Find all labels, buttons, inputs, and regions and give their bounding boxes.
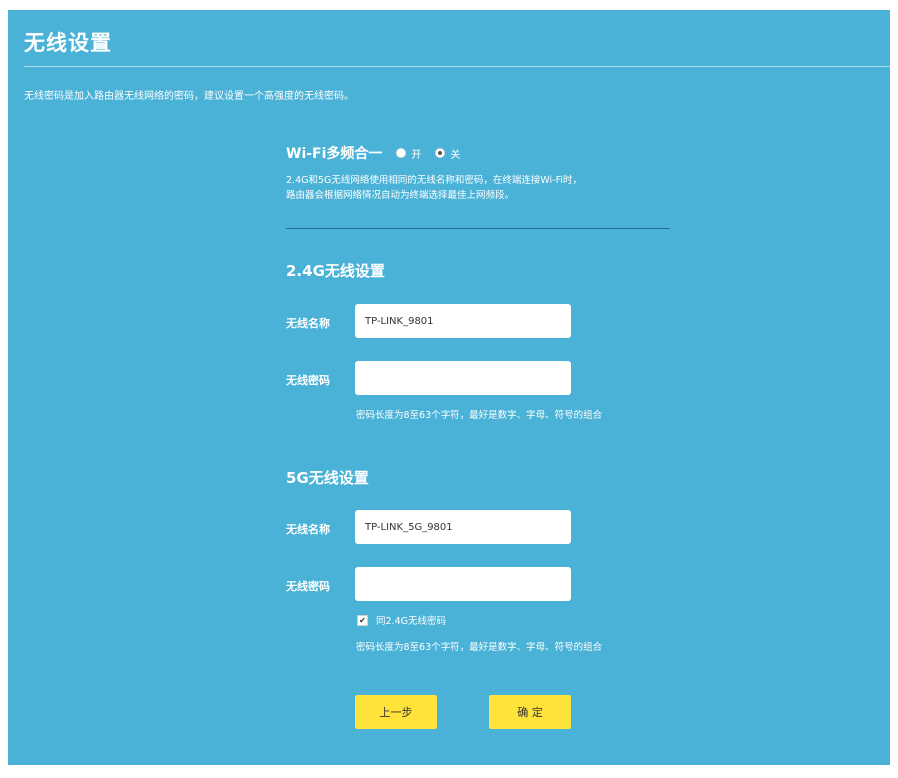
wifi-desc-line2: 路由器会根据网络情况自动为终端选择最佳上网频段。 — [286, 190, 515, 201]
page-title: 无线设置 — [24, 31, 112, 55]
input-24g-password[interactable] — [355, 361, 571, 395]
radio-off-label[interactable]: 关 — [450, 146, 460, 161]
wifi-combine-description: 2.4G和5G无线网络使用相同的无线名称和密码，在终端连接Wi-Fi时， 路由器… — [286, 173, 706, 203]
wifi-desc-line1: 2.4G和5G无线网络使用相同的无线名称和密码，在终端连接Wi-Fi时， — [286, 175, 583, 186]
input-5g-password[interactable] — [355, 567, 571, 601]
label-24g-name: 无线名称 — [286, 317, 330, 330]
settings-panel: 无线设置 无线密码是加入路由器无线网络的密码，建议设置一个高强度的无线密码。 W… — [8, 10, 890, 765]
radio-on[interactable] — [396, 148, 407, 158]
label-24g-password: 无线密码 — [286, 374, 330, 387]
hint-5g-password: 密码长度为8至63个字符，最好是数字、字母、符号的组合 — [356, 642, 603, 653]
same-password-label[interactable]: 同2.4G无线密码 — [376, 613, 446, 627]
radio-on-label[interactable]: 开 — [411, 146, 421, 161]
label-5g-name: 无线名称 — [286, 523, 330, 536]
input-24g-name[interactable] — [355, 304, 571, 338]
radio-off[interactable] — [435, 148, 446, 158]
input-5g-name[interactable] — [355, 510, 571, 544]
label-5g-password: 无线密码 — [286, 580, 330, 593]
same-password-checkbox[interactable]: ✔ — [357, 614, 368, 626]
hint-24g-password: 密码长度为8至63个字符，最好是数字、字母、符号的组合 — [356, 410, 603, 421]
section-divider — [286, 228, 670, 229]
wifi-combine-row: Wi-Fi多频合一 开 关 — [286, 143, 474, 163]
wifi-combine-label: Wi-Fi多频合一 — [286, 146, 383, 162]
title-divider — [24, 66, 890, 67]
section-title-24g: 2.4G无线设置 — [286, 262, 385, 280]
intro-text: 无线密码是加入路由器无线网络的密码，建议设置一个高强度的无线密码。 — [24, 91, 354, 102]
prev-step-button[interactable]: 上一步 — [355, 695, 437, 729]
confirm-button[interactable]: 确 定 — [489, 695, 571, 729]
same-password-row[interactable]: ✔ 同2.4G无线密码 — [357, 613, 446, 627]
section-title-5g: 5G无线设置 — [286, 469, 369, 487]
